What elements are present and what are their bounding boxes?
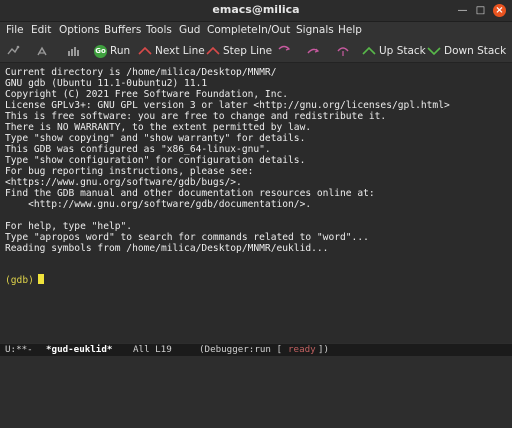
next-line-button[interactable]: Next Line: [138, 43, 205, 59]
tb-step-over-icon[interactable]: [6, 43, 20, 59]
menu-gud[interactable]: Gud: [179, 24, 200, 36]
tb-finish-icon[interactable]: [36, 43, 50, 59]
go-icon: Go: [94, 44, 107, 58]
text-cursor: [37, 274, 44, 284]
modeline-mode[interactable]: (Debugger:run [: [199, 344, 282, 356]
next-line-label: Next Line: [155, 45, 205, 57]
tb-step-instruction-icon[interactable]: [277, 43, 291, 59]
mode-line: U:**- *gud-euklid* All L19 (Debugger:run…: [0, 344, 512, 356]
menu-edit[interactable]: Edit: [31, 24, 51, 36]
menu-tools[interactable]: Tools: [146, 24, 172, 36]
title-bar: emacs@milica — □ ×: [0, 0, 512, 22]
menu-bar: File Edit Options Buffers Tools Gud Comp…: [0, 22, 512, 40]
terminal-line: Current directory is /home/milica/Deskto…: [5, 67, 277, 78]
terminal-line: For help, type "help".: [5, 221, 133, 232]
menu-help[interactable]: Help: [338, 24, 362, 36]
terminal-line: GNU gdb (Ubuntu 11.1-0ubuntu2) 11.1: [5, 78, 208, 89]
gdb-buffer[interactable]: Current directory is /home/milica/Deskto…: [0, 63, 512, 343]
minimize-icon[interactable]: —: [456, 4, 469, 17]
terminal-line: This is free software: you are free to c…: [5, 111, 387, 122]
terminal-line: Type "show copying" and "show warranty" …: [5, 133, 306, 144]
terminal-line: <https://www.gnu.org/software/gdb/bugs/>…: [5, 177, 242, 188]
run-label: Run: [110, 45, 131, 57]
modeline-buffer-name[interactable]: *gud-euklid*: [46, 344, 112, 356]
tb-until-icon[interactable]: [336, 43, 350, 59]
terminal-line: Type "show configuration" for configurat…: [5, 155, 306, 166]
terminal-line: Find the GDB manual and other documentat…: [5, 188, 375, 199]
menu-in-out[interactable]: In/Out: [258, 24, 290, 36]
tb-next-instruction-icon[interactable]: [306, 43, 320, 59]
modeline-status: U:**-: [5, 344, 33, 355]
gdb-prompt: (gdb): [5, 275, 34, 286]
terminal-line: Type "apropos word" to search for comman…: [5, 232, 369, 243]
tb-watch-icon[interactable]: [66, 43, 80, 59]
down-stack-label: Down Stack: [444, 45, 507, 57]
step-line-button[interactable]: Step Line: [206, 43, 272, 59]
modeline-position: All L19: [133, 344, 172, 355]
down-stack-button[interactable]: Down Stack: [427, 43, 506, 59]
terminal-line: For bug reporting instructions, please s…: [5, 166, 254, 177]
terminal-line: License GPLv3+: GNU GPL version 3 or lat…: [5, 100, 450, 111]
next-line-icon: [138, 46, 152, 55]
menu-buffers[interactable]: Buffers: [104, 24, 141, 36]
step-line-icon: [206, 46, 220, 55]
toolbar: Go Run Next Line Step Line Up Stack Down …: [0, 40, 512, 63]
up-stack-button[interactable]: Up Stack: [362, 43, 426, 59]
close-icon[interactable]: ×: [493, 4, 506, 17]
go-run-button[interactable]: Go Run: [94, 43, 130, 59]
menu-complete[interactable]: Complete: [207, 24, 258, 36]
window-title: emacs@milica: [212, 3, 300, 16]
gdb-prompt-line[interactable]: (gdb): [5, 274, 44, 286]
step-line-label: Step Line: [223, 45, 273, 57]
terminal-line: There is NO WARRANTY, to the extent perm…: [5, 122, 312, 133]
down-stack-icon: [427, 47, 441, 56]
up-stack-icon: [362, 46, 376, 55]
menu-file[interactable]: File: [6, 24, 24, 36]
terminal-line: Copyright (C) 2021 Free Software Foundat…: [5, 89, 289, 100]
modeline-state: ready: [288, 344, 316, 355]
up-stack-label: Up Stack: [379, 45, 426, 57]
menu-options[interactable]: Options: [59, 24, 100, 36]
menu-signals[interactable]: Signals: [296, 24, 334, 36]
terminal-line: Reading symbols from /home/milica/Deskto…: [5, 243, 329, 254]
terminal-line: This GDB was configured as "x86_64-linux…: [5, 144, 271, 155]
modeline-mode-close: ]): [318, 344, 330, 355]
terminal-line: <http://www.gnu.org/software/gdb/documen…: [5, 199, 312, 210]
maximize-icon[interactable]: □: [474, 4, 487, 17]
